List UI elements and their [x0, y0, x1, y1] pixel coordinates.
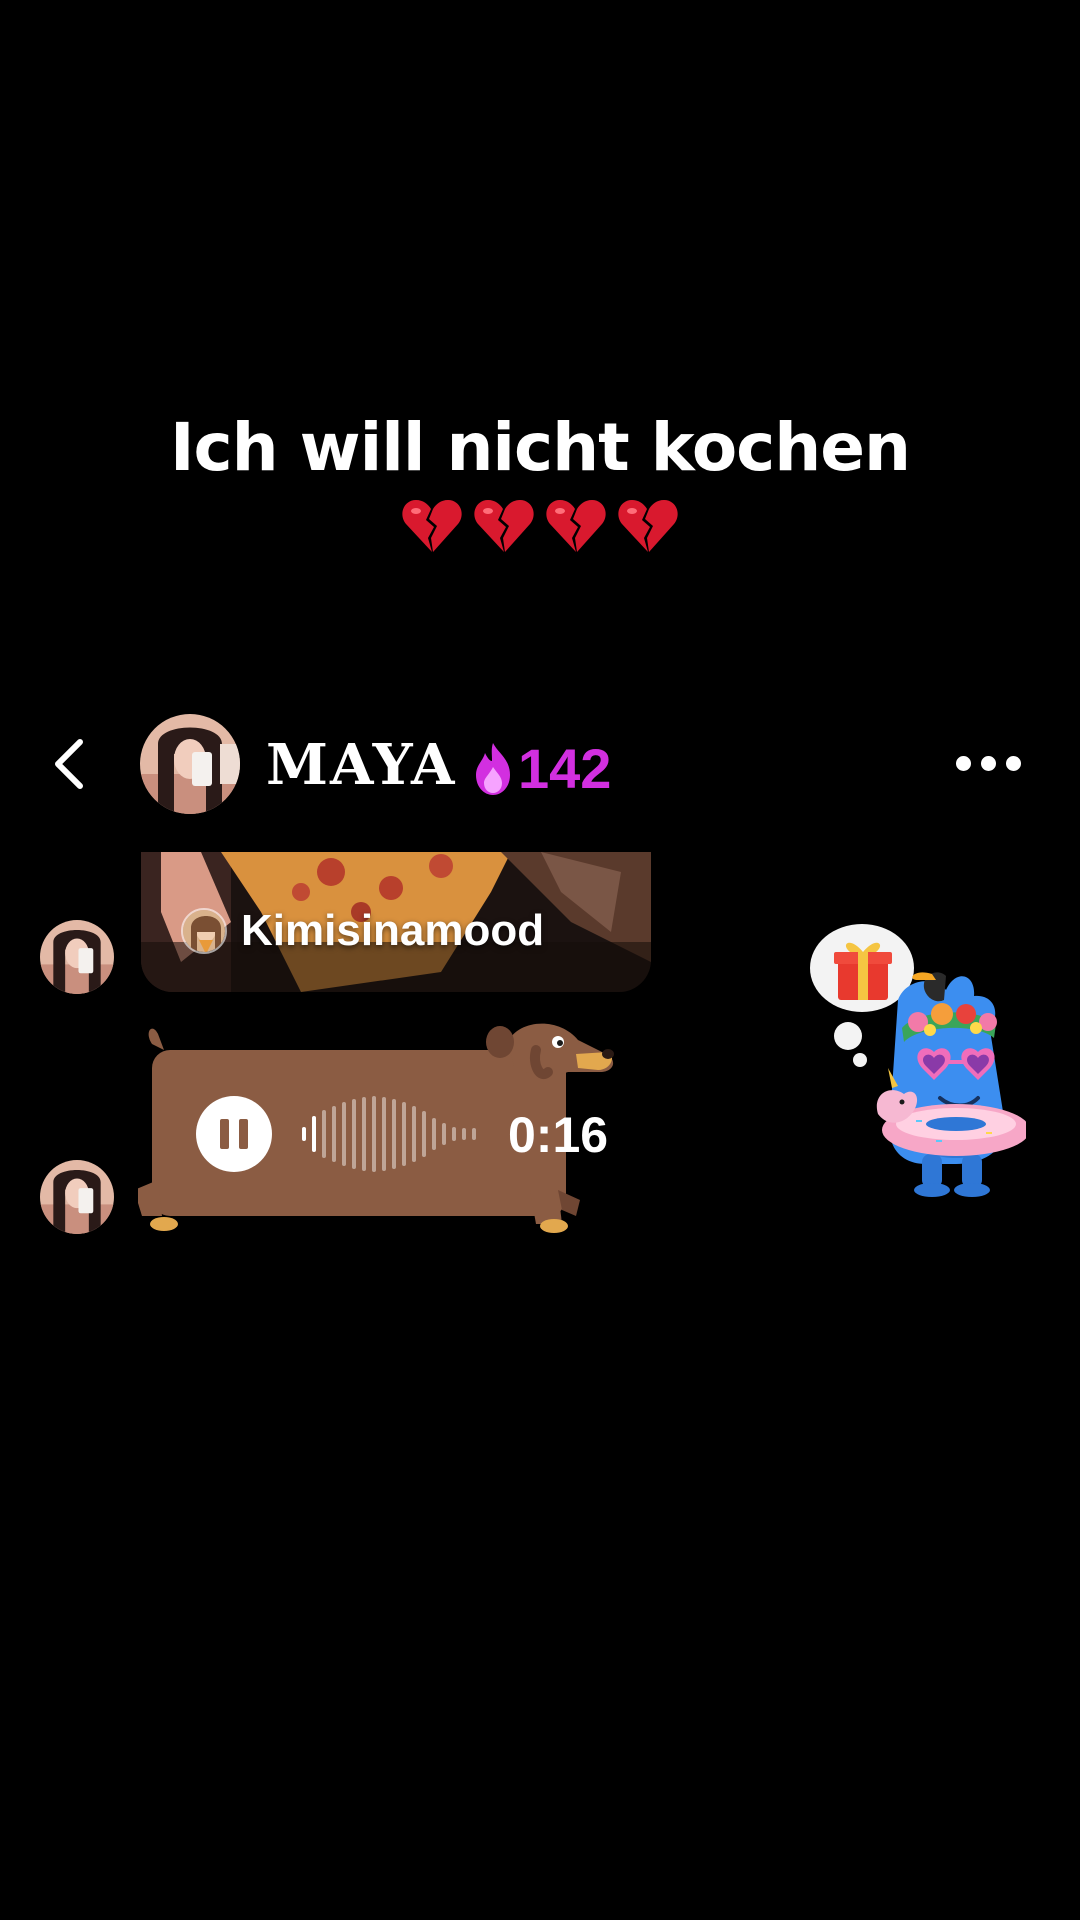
broken-heart-icon: [402, 500, 462, 552]
waveform-bar: [332, 1106, 336, 1162]
pause-icon: [220, 1119, 229, 1149]
sender-avatar[interactable]: [40, 920, 114, 994]
broken-heart-icon: [474, 500, 534, 552]
broken-heart-icon: [618, 500, 678, 552]
waveform-bar: [412, 1106, 416, 1162]
waveform-bar: [382, 1097, 386, 1171]
waveform-bar: [452, 1127, 456, 1141]
voice-message[interactable]: 0:16: [138, 1020, 708, 1240]
streak-indicator: 142: [470, 736, 611, 801]
waveform-bar: [302, 1127, 306, 1141]
post-author-avatar: [181, 908, 227, 954]
waveform-bar: [462, 1128, 466, 1140]
waveform-bar: [342, 1102, 346, 1166]
pause-button[interactable]: [196, 1096, 272, 1172]
waveform-bar: [352, 1099, 356, 1169]
audio-waveform[interactable]: [302, 1096, 482, 1172]
waveform-bar: [402, 1102, 406, 1166]
flame-icon: [476, 742, 510, 795]
more-horizontal-icon[interactable]: [956, 748, 1024, 778]
chat-screen: Ich will nicht kochen MAYA 142 Kimisinam…: [0, 0, 1080, 1920]
caption-emoji: [0, 494, 1080, 558]
broken-heart-icon: [546, 500, 606, 552]
waveform-bar: [392, 1099, 396, 1169]
post-author-name: Kimisinamood: [241, 906, 545, 955]
waveform-bar: [422, 1111, 426, 1157]
contact-avatar[interactable]: [140, 714, 240, 814]
waveform-bar: [362, 1097, 366, 1171]
sender-avatar[interactable]: [40, 1160, 114, 1234]
waveform-bar: [312, 1116, 316, 1152]
waveform-bar: [432, 1118, 436, 1150]
waveform-bar: [442, 1123, 446, 1145]
waveform-bar: [372, 1096, 376, 1172]
blue-monster-sticker[interactable]: [806, 918, 1026, 1200]
video-caption: Ich will nicht kochen: [0, 408, 1080, 558]
waveform-bar: [322, 1110, 326, 1158]
voice-duration: 0:16: [508, 1107, 609, 1163]
chat-header: MAYA 142: [0, 706, 1080, 822]
chevron-left-icon[interactable]: [44, 736, 100, 792]
streak-count: 142: [518, 737, 612, 800]
caption-text: Ich will nicht kochen: [169, 409, 911, 486]
shared-post-preview[interactable]: Kimisinamood: [141, 852, 651, 992]
waveform-bar: [472, 1128, 476, 1140]
post-author[interactable]: Kimisinamood: [181, 906, 544, 956]
contact-name[interactable]: MAYA: [266, 732, 457, 798]
